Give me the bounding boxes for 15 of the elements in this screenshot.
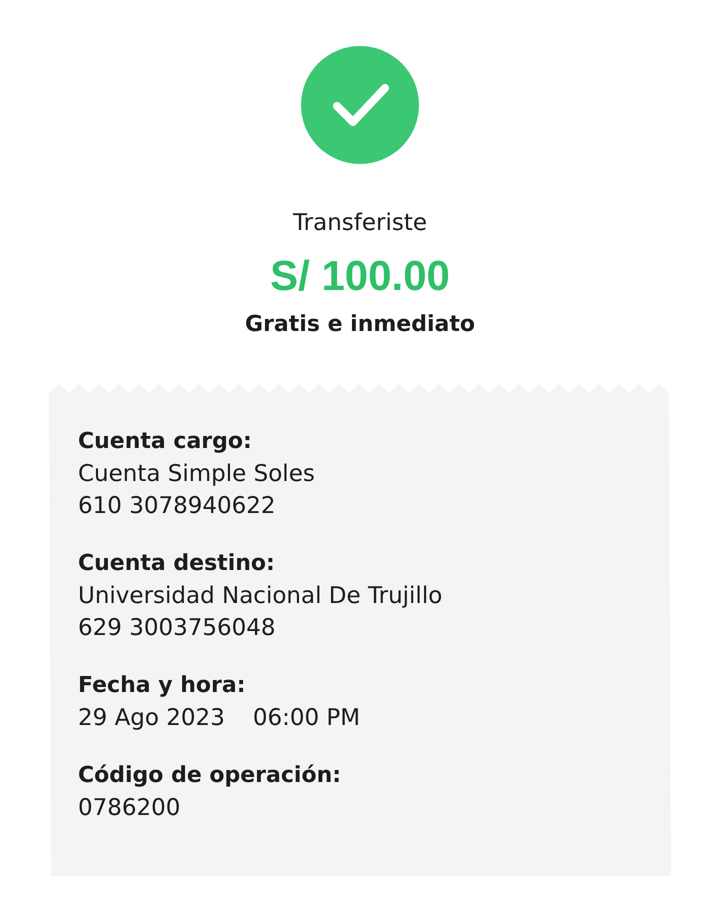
detail-value: Universidad Nacional De Trujillo: [78, 582, 444, 611]
detail-value: 29 Ago 2023: [78, 704, 225, 733]
check-icon: [301, 46, 419, 164]
detail-label: Cuenta cargo:: [78, 428, 253, 456]
detail-label: Cuenta destino:: [78, 550, 276, 578]
detail-label: Código de operación:: [78, 762, 342, 790]
detail-label: Fecha y hora:: [78, 672, 247, 700]
detail-value: Cuenta Simple Soles: [78, 460, 316, 489]
detail-value: 0786200: [78, 794, 182, 823]
transfer-amount: S/ 100.00: [270, 251, 450, 301]
transfer-note: Gratis e inmediato: [245, 311, 475, 339]
detail-value: 06:00 PM: [252, 704, 360, 733]
detail-value: 610 3078940622: [78, 492, 277, 521]
detail-value: 629 3003756048: [78, 614, 277, 643]
status-title: Transferiste: [292, 209, 428, 238]
